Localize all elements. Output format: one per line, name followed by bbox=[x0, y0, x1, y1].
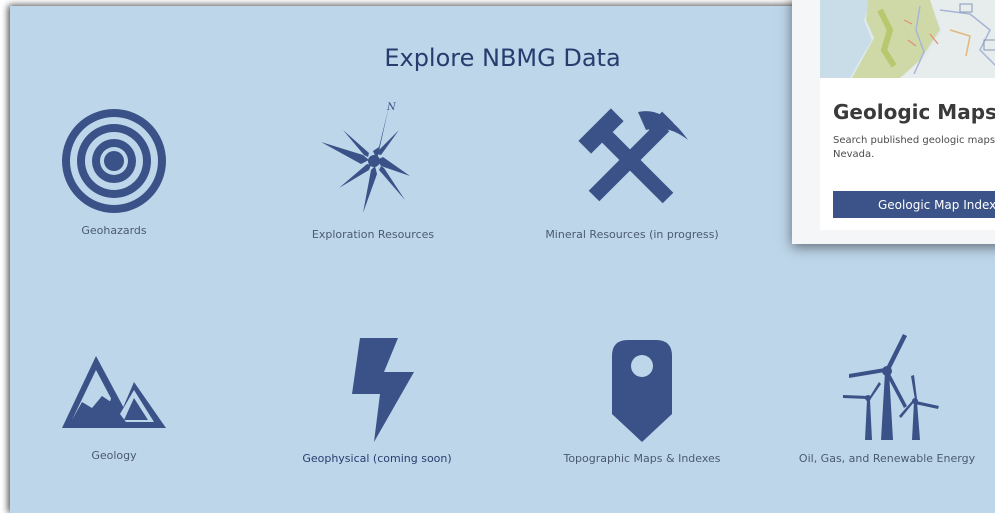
target-icon bbox=[62, 109, 166, 213]
tile-topographic-maps[interactable]: Topographic Maps & Indexes bbox=[532, 336, 752, 465]
tile-label-topographic-maps: Topographic Maps & Indexes bbox=[563, 452, 721, 465]
tile-label-oil-gas-renewable: Oil, Gas, and Renewable Energy bbox=[798, 452, 976, 465]
geologic-map-index-button[interactable]: Geologic Map Index bbox=[833, 191, 995, 218]
geologic-maps-popup: Geologic Maps Search published geologic … bbox=[792, 0, 995, 244]
tile-label-exploration-resources: Exploration Resources bbox=[311, 228, 435, 241]
tile-label-geophysical: Geophysical (coming soon) bbox=[302, 452, 452, 465]
wind-turbines-icon bbox=[843, 334, 939, 440]
tile-oil-gas-renewable[interactable]: Oil, Gas, and Renewable Energy bbox=[777, 332, 995, 465]
tile-geophysical[interactable]: Geophysical (coming soon) bbox=[267, 334, 487, 465]
tile-mineral-resources[interactable]: Mineral Resources (in progress) bbox=[522, 100, 742, 241]
tile-label-geohazards: Geohazards bbox=[81, 224, 147, 237]
popup-description: Search published geologic maps of Nevada… bbox=[833, 135, 995, 160]
tile-geohazards[interactable]: Geohazards bbox=[4, 106, 224, 237]
svg-text:N: N bbox=[386, 102, 397, 113]
tile-exploration-resources[interactable]: N Exploration Resources bbox=[263, 100, 483, 241]
popup-title: Geologic Maps bbox=[833, 100, 995, 124]
pickaxe-hammer-icon bbox=[578, 108, 688, 204]
mountains-icon bbox=[62, 356, 166, 428]
map-pin-icon bbox=[612, 340, 672, 442]
tile-geology[interactable]: Geology bbox=[4, 336, 224, 462]
lightning-bolt-icon bbox=[352, 338, 414, 442]
tile-label-mineral-resources: Mineral Resources (in progress) bbox=[545, 228, 719, 241]
geologic-map-thumbnail[interactable] bbox=[820, 0, 995, 78]
compass-rose-icon: N bbox=[321, 102, 410, 213]
tile-label-geology: Geology bbox=[91, 449, 137, 462]
geologic-maps-card: Geologic Maps Search published geologic … bbox=[820, 0, 995, 230]
